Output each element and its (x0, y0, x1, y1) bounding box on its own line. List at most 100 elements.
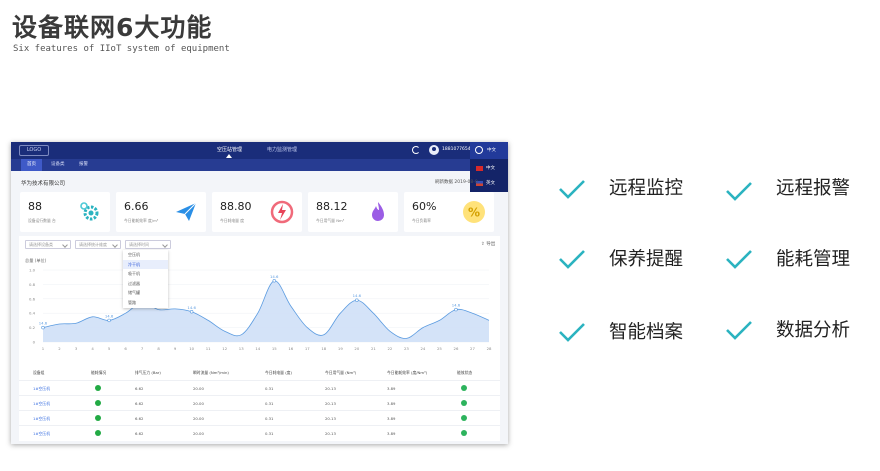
language-option-label: 中文 (486, 166, 495, 171)
kpi-label: 今日耗电量 度 (220, 218, 244, 223)
language-option-chinese[interactable]: 中文 (470, 161, 508, 176)
app-screenshot: LOGO 空压站管理 电力监测管理 18810776546 中文 中文 英文 首… (11, 142, 508, 444)
data-label: 14.6 (39, 321, 48, 326)
table-cell: 3.89 (387, 416, 396, 421)
check-icon (559, 180, 585, 199)
table-cell: 3.89 (387, 386, 396, 391)
x-tick-label: 16 (288, 346, 293, 351)
user-phone: 18810776546 (442, 147, 474, 152)
language-button[interactable]: 中文 (470, 142, 508, 159)
kpi-card-load: 60% 今日负载率 % (404, 192, 494, 232)
x-tick-label: 13 (239, 346, 244, 351)
kpi-value: 6.66 (124, 200, 149, 213)
table-cell: 20.13 (325, 431, 336, 436)
x-tick-label: 11 (206, 346, 211, 351)
x-tick-label: 24 (421, 346, 426, 351)
check-icon (559, 250, 585, 269)
area-chart: 00.20.40.60.81.01 2 3 4 5 6 7 8 9 10 11 12 13 14 15 16 1… (29, 268, 492, 352)
table-header: 能效状态 (457, 370, 473, 375)
table-cell: 20.00 (193, 416, 204, 421)
y-tick-label: 0.4 (29, 311, 36, 316)
kpi-card-gas: 88.12 今日用气量 Nm³ (308, 192, 398, 232)
x-tick-label: 1 (42, 346, 45, 351)
x-tick-label: 25 (437, 346, 442, 351)
kpi-label: 今日能耗效率 度/m³ (124, 218, 159, 223)
efficiency-status-icon (461, 415, 467, 421)
feature-maintenance-reminder: 保养提醒 (609, 249, 684, 270)
x-tick-label: 12 (222, 346, 227, 351)
select-dropdown: 空压机 冷干机 吸干机 过滤器 储气罐 管路 (123, 250, 168, 308)
feature-energy-management: 能耗管理 (776, 249, 851, 270)
table-header: 今日能耗效率 (度/Nm³) (387, 370, 428, 375)
avatar[interactable] (429, 145, 439, 155)
kpi-value: 88.80 (220, 200, 252, 213)
time-select[interactable]: 请选择时间 (125, 240, 171, 249)
nav-power-monitor[interactable]: 电力监测管理 (267, 146, 297, 153)
check-icon (726, 321, 752, 340)
x-tick-label: 22 (387, 346, 392, 351)
efficiency-status-icon (461, 430, 467, 436)
x-tick-label: 14 (255, 346, 260, 351)
x-tick-label: 15 (272, 346, 277, 351)
export-button[interactable]: ⇪ 导出 (481, 241, 495, 247)
gear-icon (80, 202, 99, 221)
page-title: 设备联网6大功能 (12, 13, 213, 42)
data-point (41, 325, 45, 330)
flame-icon (372, 202, 384, 221)
kpi-label: 设备运行数量 台 (28, 218, 56, 223)
kpi-value: 88.12 (316, 200, 348, 213)
tab-devices[interactable]: 设备类 (45, 159, 71, 171)
tab-home[interactable]: 首页 (21, 159, 42, 171)
table-header: 能耗情况 (91, 370, 107, 375)
table-cell: 0.31 (265, 401, 274, 406)
paper-plane-icon (176, 202, 197, 221)
y-tick-label: 0.6 (29, 296, 36, 301)
x-tick-label: 3 (75, 346, 78, 351)
device-link[interactable]: 1#空压机 (33, 416, 50, 422)
dropdown-option[interactable]: 过滤器 (123, 279, 168, 289)
feature-remote-monitoring: 远程监控 (609, 178, 684, 199)
dropdown-option[interactable]: 吸干机 (123, 269, 168, 279)
nav-air-station[interactable]: 空压站管理 (217, 146, 242, 153)
x-tick-label: 2 (58, 346, 61, 351)
svg-text:%: % (468, 206, 480, 220)
data-label: 14.6 (270, 274, 279, 279)
data-point (454, 307, 458, 312)
device-link[interactable]: 1#空压机 (33, 401, 50, 407)
sub-navbar: 首页 设备类 报警 (11, 159, 470, 171)
device-type-select[interactable]: 请选择设备类 (25, 240, 71, 249)
table-cell: 6.62 (135, 431, 144, 436)
kpi-label: 今日负载率 (412, 218, 431, 223)
dimension-select[interactable]: 请选择统计维度 (75, 240, 121, 249)
company-name: 华为技术有限公司 (21, 181, 66, 187)
table-cell: 0.31 (265, 416, 274, 421)
table-cell: 6.62 (135, 386, 144, 391)
table-cell: 3.89 (387, 401, 396, 406)
active-nav-caret-icon (226, 154, 232, 158)
refresh-icon[interactable] (412, 146, 420, 154)
table-row: 1#空压机 6.62 20.00 0.31 20.13 3.89 (19, 425, 500, 440)
device-table: 设备组 能耗情况 排气压力 (Bar) 瞬时流量 (Nm³/min) 今日耗电量 (度)… (19, 365, 500, 441)
table-cell: 20.13 (325, 401, 336, 406)
language-label: 中文 (487, 148, 496, 153)
table-cell: 20.00 (193, 386, 204, 391)
dropdown-option[interactable]: 管路 (123, 298, 168, 308)
lightning-icon (270, 200, 294, 224)
dropdown-option[interactable]: 空压机 (123, 250, 168, 260)
kpi-value: 60% (412, 200, 437, 213)
x-tick-label: 18 (321, 346, 326, 351)
tab-alarm[interactable]: 报警 (73, 159, 94, 171)
page-subtitle: Six features of IIoT system of equipment (13, 44, 230, 54)
device-link[interactable]: 1#空压机 (33, 386, 50, 392)
device-link[interactable]: 1#空压机 (33, 431, 50, 437)
data-label: 14.6 (105, 313, 114, 318)
x-tick-label: 5 (108, 346, 111, 351)
check-icon (726, 182, 752, 201)
table-header: 今日用气量 (Nm³) (325, 370, 357, 375)
data-label: 14.6 (187, 305, 196, 310)
x-tick-label: 28 (487, 346, 492, 351)
dropdown-option[interactable]: 储气罐 (123, 288, 168, 298)
dropdown-option[interactable]: 冷干机 (123, 259, 168, 269)
x-tick-label: 8 (157, 346, 160, 351)
data-label: 14.6 (353, 293, 362, 298)
